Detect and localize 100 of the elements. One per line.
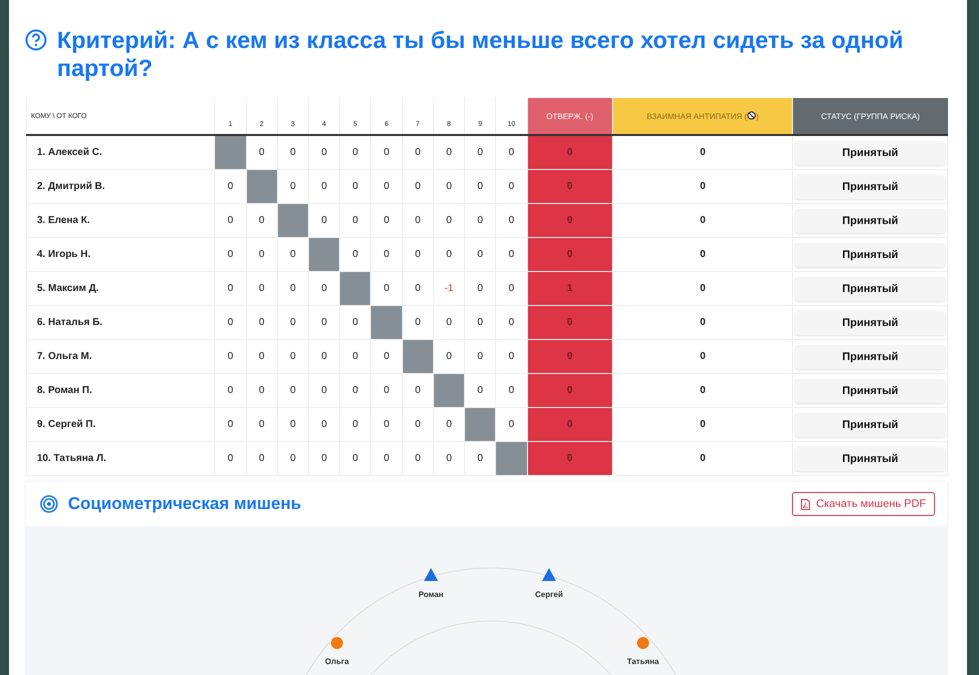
table-cell: 0: [433, 408, 465, 442]
rejection-count: 0: [527, 408, 613, 442]
table-cell: 0: [464, 204, 496, 238]
table-cell: 0: [246, 272, 278, 306]
table-cell: 0: [402, 135, 434, 170]
status-button[interactable]: Принятый: [795, 242, 946, 266]
table-cell: 0: [246, 340, 278, 374]
table-cell: 0: [402, 442, 434, 476]
table-cell: 0: [214, 340, 246, 374]
status-button[interactable]: Принятый: [795, 378, 946, 402]
table-cell: 0: [340, 204, 371, 238]
status-button[interactable]: Принятый: [795, 412, 946, 436]
table-cell: 0: [214, 374, 246, 408]
rejection-count: 0: [527, 306, 613, 340]
table-cell: 0: [433, 204, 465, 238]
self-cell: [246, 170, 278, 204]
sociometric-target-drawing: Роман Сергей Ольга Татьяна: [26, 526, 947, 675]
column-header: ОТВЕРЖ. (-): [527, 98, 613, 135]
table-cell: 0: [340, 135, 371, 170]
table-cell: 0: [246, 408, 278, 442]
status-button[interactable]: Принятый: [795, 140, 946, 164]
download-pdf-button[interactable]: Скачать мишень PDF: [792, 492, 935, 516]
table-cell: 0: [340, 442, 371, 476]
table-cell: 0: [214, 442, 246, 476]
table-cell: 0: [496, 408, 528, 442]
table-cell: 0: [402, 272, 434, 306]
table-cell: 0: [246, 204, 278, 238]
antipathy-count: 0: [612, 204, 793, 238]
table-cell: 0: [433, 135, 465, 170]
table-cell: 0: [308, 442, 340, 476]
table-cell: 0: [464, 272, 496, 306]
table-cell: 0: [402, 374, 434, 408]
self-cell: [340, 272, 371, 306]
antipathy-count: 0: [612, 272, 793, 306]
rejection-count: 0: [527, 442, 613, 476]
prohibited-icon: [747, 111, 756, 120]
student-name: 1. Алексей С.: [26, 135, 215, 170]
table-cell: 0: [433, 340, 465, 374]
table-cell: 0: [464, 306, 496, 340]
self-cell: [214, 135, 246, 170]
status-button[interactable]: Принятый: [795, 276, 946, 300]
table-cell: 0: [340, 340, 371, 374]
self-cell: [496, 442, 528, 476]
table-cell: 0: [496, 170, 528, 204]
antipathy-count: 0: [612, 442, 793, 476]
section-title: Социометрическая мишень: [68, 494, 302, 514]
rejection-count: 0: [527, 204, 613, 238]
self-cell: [433, 374, 465, 408]
table-cell: 0: [308, 204, 340, 238]
status-button[interactable]: Принятый: [795, 208, 946, 232]
table-cell: 0: [370, 272, 402, 306]
self-cell: [308, 238, 340, 272]
rejection-count: 0: [527, 340, 613, 374]
student-name: 4. Игорь Н.: [26, 238, 215, 272]
status-button[interactable]: Принятый: [795, 310, 946, 334]
antipathy-count: 0: [612, 170, 793, 204]
table-cell: 0: [496, 306, 528, 340]
status-button[interactable]: Принятый: [795, 174, 946, 198]
status-button[interactable]: Принятый: [795, 446, 946, 470]
table-cell: 0: [246, 374, 278, 408]
table-cell: 0: [214, 408, 246, 442]
table-cell: 0: [214, 272, 246, 306]
rejection-count: 0: [527, 170, 613, 204]
table-cell: 0: [277, 306, 308, 340]
table-cell: 0: [370, 340, 402, 374]
table-cell: 0: [277, 340, 308, 374]
table-cell: 0: [433, 238, 465, 272]
column-header: ВЗАИМНАЯ АНТИПАТИЯ ( ): [612, 98, 793, 135]
table-cell: 0: [277, 272, 308, 306]
self-cell: [370, 306, 402, 340]
student-name: 2. Дмитрий В.: [26, 170, 215, 204]
table-cell: 0: [464, 374, 496, 408]
antipathy-count: 0: [612, 408, 793, 442]
table-cell: 0: [433, 306, 465, 340]
rejection-count: 0: [527, 135, 613, 170]
table-cell: 0: [340, 306, 371, 340]
table-cell: 0: [340, 170, 371, 204]
table-cell: -1: [433, 272, 465, 306]
antipathy-count: 0: [612, 238, 793, 272]
student-name: 7. Ольга М.: [26, 340, 215, 374]
table-cell: 0: [370, 135, 402, 170]
self-cell: [277, 204, 308, 238]
table-cell: 0: [277, 442, 308, 476]
status-button[interactable]: Принятый: [795, 344, 946, 368]
table-cell: 0: [308, 374, 340, 408]
table-cell: 0: [370, 442, 402, 476]
table-cell: 0: [340, 374, 371, 408]
antipathy-count: 0: [612, 135, 793, 170]
table-cell: 0: [464, 170, 496, 204]
target-icon: [40, 495, 58, 513]
table-cell: 0: [214, 306, 246, 340]
table-cell: 0: [496, 238, 528, 272]
self-cell: [464, 408, 496, 442]
help-icon: [25, 29, 47, 51]
antipathy-count: 0: [612, 306, 793, 340]
student-name: 9. Сергей П.: [26, 408, 215, 442]
table-cell: 0: [370, 170, 402, 204]
table-cell: 0: [214, 170, 246, 204]
student-name: 5. Максим Д.: [26, 272, 215, 306]
student-name: 3. Елена К.: [26, 204, 215, 238]
